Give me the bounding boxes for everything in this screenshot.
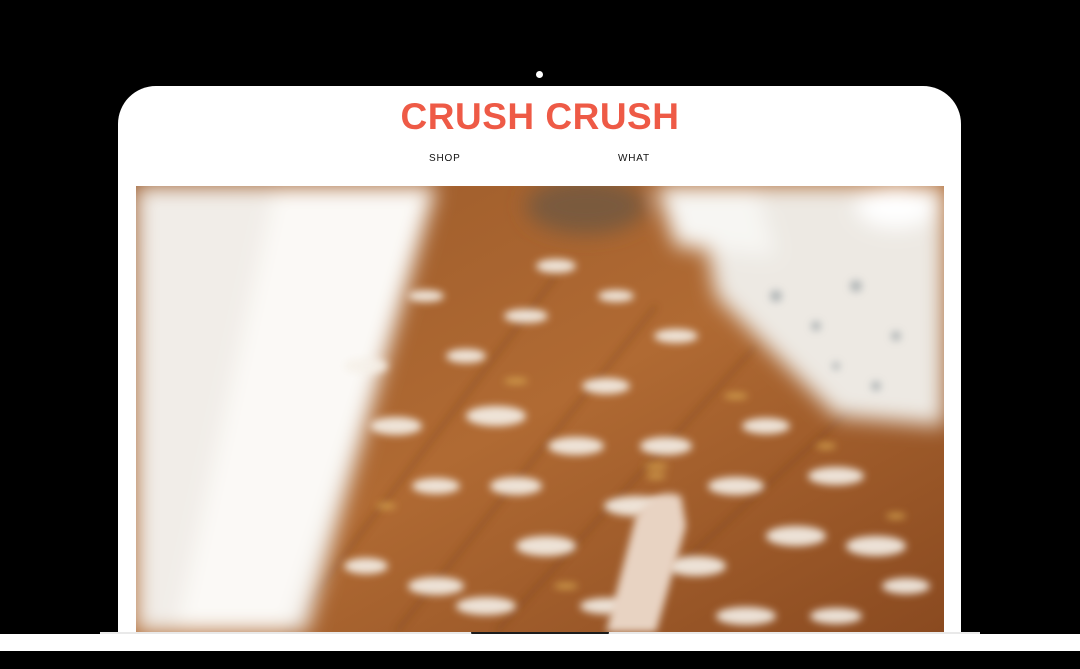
nav-shop-link[interactable]: SHOP [429,153,461,164]
site-logo[interactable]: CRUSH CRUSH [0,96,1080,138]
laptop-base [0,634,1080,651]
nav-what-link[interactable]: WHAT [618,153,650,164]
camera-dot [536,71,543,78]
hero-photo [136,186,944,632]
hero-image [136,186,944,632]
